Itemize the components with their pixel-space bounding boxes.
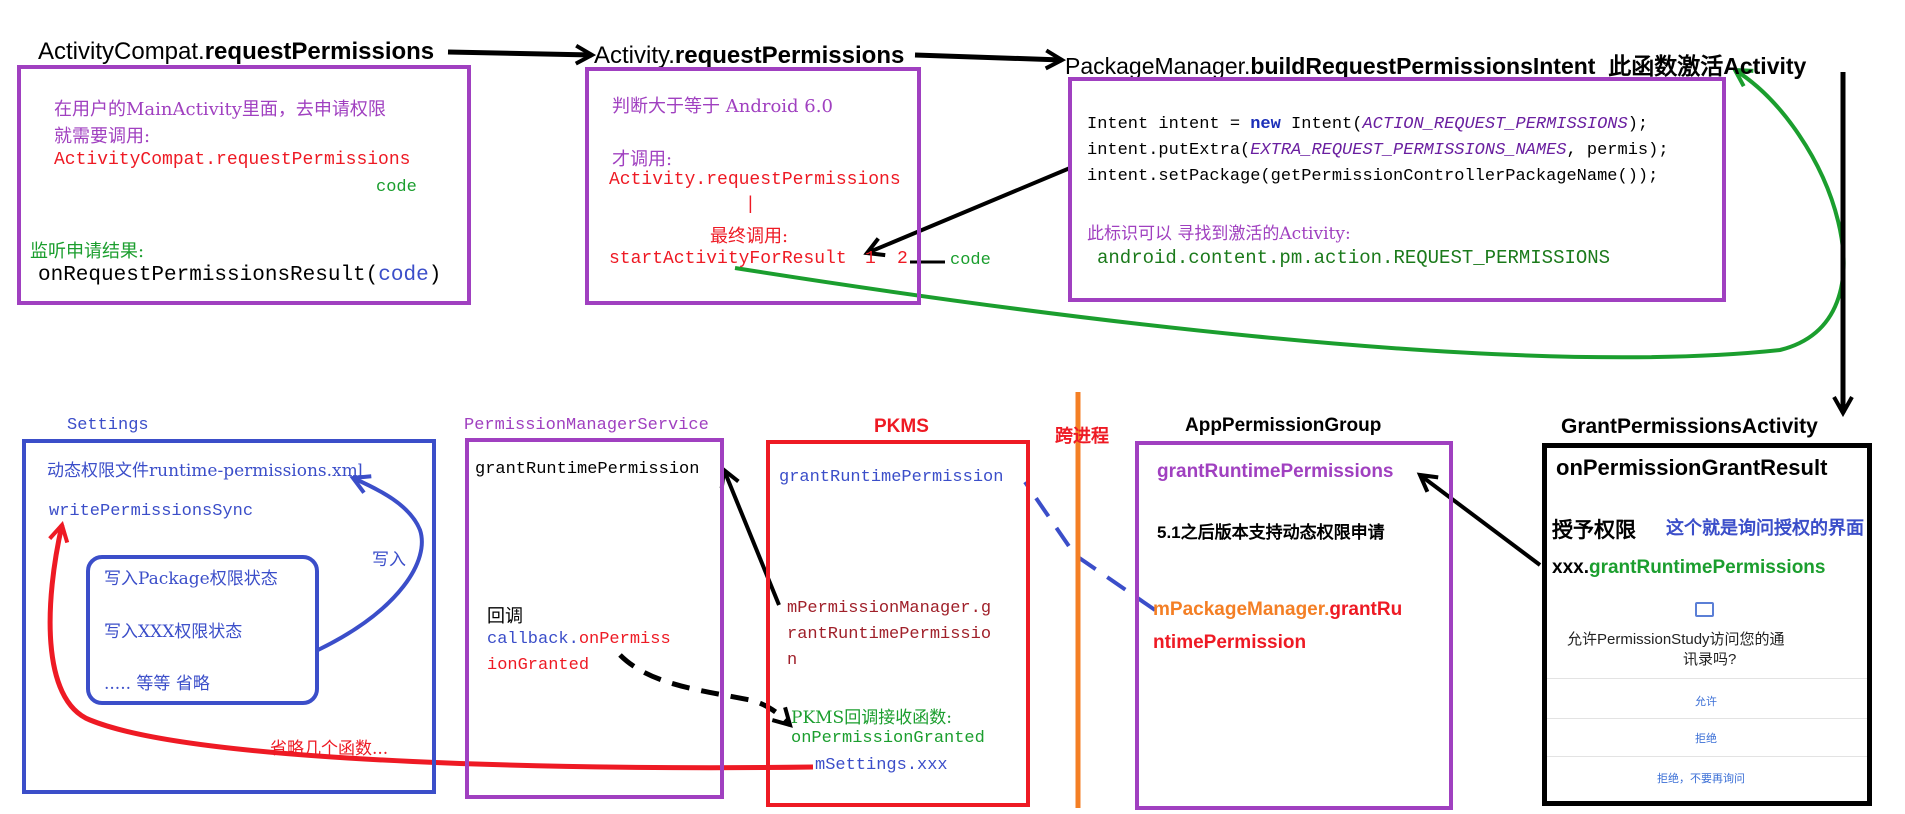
pms-line2: 回调 — [487, 606, 523, 627]
pms-line3: callback.onPermiss — [487, 630, 671, 649]
dialog-message2: 讯录吗? — [1683, 651, 1737, 668]
pkms-line2: mPermissionManager.g — [787, 599, 992, 618]
settings-inner1: 写入Package权限状态 — [104, 569, 278, 589]
box3-l2c: , permis); — [1566, 141, 1669, 160]
label-activity-prefix: Activity. — [594, 42, 675, 69]
box3-l1-new: new — [1250, 115, 1281, 134]
settings-title: Settings — [67, 416, 149, 435]
dialog-allow-button[interactable]: 允许 — [1695, 693, 1717, 709]
arrow-act-to-pm — [914, 55, 1062, 60]
box2-line1: 判断大于等于 Android 6.0 — [612, 96, 833, 117]
box2-code: code — [950, 251, 991, 270]
cross-process-label: 跨进程 — [1055, 426, 1109, 446]
box1-callback-code: code — [378, 264, 429, 287]
box2-line3: Activity.requestPermissions — [609, 170, 901, 190]
box1-line1: 在用户的MainActivity里面，去申请权限 — [54, 99, 386, 120]
box1-line2: 就需要调用: — [54, 126, 151, 147]
gpa-line1: onPermissionGrantResult — [1556, 455, 1828, 480]
settings-inner2: 写入XXX权限状态 — [104, 622, 243, 642]
dialog-divider — [1547, 678, 1867, 679]
apg-grantru: grantRu — [1329, 599, 1403, 620]
box2-line6: startActivityForResult — [609, 249, 847, 269]
settings-line2: writePermissionsSync — [49, 502, 254, 521]
gpa-title: GrantPermissionsActivity — [1561, 415, 1818, 438]
box1-code: code — [376, 178, 417, 197]
contacts-icon — [1695, 602, 1714, 617]
apg-line3: mPackageManager.grantRu — [1153, 599, 1402, 621]
box3-line5: android.content.pm.action.REQUEST_PERMIS… — [1097, 247, 1611, 269]
pkms-line1: grantRuntimePermission — [779, 468, 1004, 487]
box2-n1: 1 — [865, 249, 876, 269]
label-packagemanager: PackageManager.buildRequestPermissionsIn… — [1065, 47, 1806, 81]
box1-line5: 监听申请结果: — [30, 241, 145, 262]
apg-mpackagemanager: mPackageManager. — [1153, 599, 1330, 620]
box2-line5: 最终调用: — [710, 226, 789, 247]
box3-l1c: Intent( — [1280, 115, 1363, 134]
box2-line2: 才调用: — [612, 149, 673, 170]
label-pm-prefix: PackageManager. — [1065, 53, 1251, 79]
box3-l2a: intent.putExtra( — [1087, 141, 1251, 160]
pms-onpermiss: onPermiss — [578, 630, 671, 649]
box3-line3: intent.setPackage(getPermissionControlle… — [1087, 167, 1659, 186]
settings-line1: 动态权限文件runtime-permissions.xml — [47, 461, 364, 481]
settings-inner3: ..... 等等 省略 — [104, 674, 210, 694]
settings-write-label: 写入 — [372, 550, 406, 570]
apg-line2: 5.1之后版本支持动态权限申请 — [1157, 523, 1385, 542]
label-activity: Activity.requestPermissions — [594, 42, 904, 70]
pkms-title: PKMS — [874, 416, 929, 437]
dialog-message1: 允许PermissionStudy访问您的通 — [1567, 631, 1785, 648]
apg-line4: ntimePermission — [1153, 632, 1307, 653]
pkms-line5: PKMS回调接收函数: — [791, 708, 952, 728]
permission-dialog: 允许PermissionStudy访问您的通 讯录吗? 允许 拒绝 拒绝，不要再… — [1547, 590, 1867, 800]
pkms-line3: rantRuntimePermissio — [787, 625, 992, 644]
pkms-line6: onPermissionGranted — [791, 729, 985, 748]
label-pm-method: buildRequestPermissionsIntent — [1250, 53, 1596, 79]
dialog-deny-button[interactable]: 拒绝 — [1695, 730, 1717, 746]
apg-title: AppPermissionGroup — [1185, 415, 1382, 436]
arrow-ac-to-act — [447, 52, 592, 55]
box1-callback-name: onRequestPermissionsResult( — [38, 264, 379, 287]
pms-line1: grantRuntimePermission — [475, 460, 700, 479]
gpa-line3: xxx.grantRuntimePermissions — [1552, 557, 1825, 579]
box3-l1e: ); — [1627, 115, 1649, 134]
settings-omit-label: 省略几个函数... — [270, 739, 389, 759]
dialog-divider — [1547, 756, 1867, 757]
apg-line1: grantRuntimePermissions — [1157, 461, 1394, 482]
gpa-xxx: xxx. — [1552, 557, 1589, 578]
box3-l1a: Intent intent = — [1087, 115, 1251, 134]
gpa-note: 这个就是询问授权的界面 — [1666, 518, 1864, 538]
label-activitycompat-method: requestPermissions — [204, 38, 435, 65]
box1-callback-close: ) — [428, 264, 442, 287]
box-pkms — [766, 440, 1030, 807]
pms-title: PermissionManagerService — [464, 416, 709, 435]
box2-n2: 2 — [897, 249, 908, 269]
dialog-deny-forever-button[interactable]: 拒绝，不要再询问 — [1657, 770, 1745, 786]
box-apg — [1135, 441, 1453, 810]
box2-pipe: | — [745, 195, 756, 215]
label-activitycompat-prefix: ActivityCompat. — [38, 38, 205, 65]
pms-callback: callback. — [487, 630, 579, 649]
pkms-line4: n — [787, 651, 798, 670]
box3-l1-action: ACTION_REQUEST_PERMISSIONS — [1362, 115, 1628, 134]
gpa-line2: 授予权限 — [1552, 519, 1636, 542]
pms-line4: ionGranted — [487, 656, 590, 675]
box3-line2: intent.putExtra(EXTRA_REQUEST_PERMISSION… — [1087, 141, 1669, 160]
label-pm-note: 此函数激活Activity — [1608, 53, 1807, 79]
pkms-line7: mSettings.xxx — [815, 756, 948, 775]
label-activitycompat: ActivityCompat.requestPermissions — [38, 38, 434, 66]
box3-l2-extra: EXTRA_REQUEST_PERMISSIONS_NAMES — [1250, 141, 1567, 160]
label-activity-method: requestPermissions — [674, 42, 905, 69]
gpa-grant-runtime: grantRuntimePermissions — [1588, 557, 1826, 578]
box1-line6: onRequestPermissionsResult(code) — [38, 264, 441, 287]
box3-line4: 此标识可以 寻找到激活的Activity: — [1087, 224, 1351, 244]
box1-line3: ActivityCompat.requestPermissions — [54, 150, 411, 170]
box3-line1: Intent intent = new Intent(ACTION_REQUES… — [1087, 115, 1648, 134]
dialog-divider — [1547, 718, 1867, 719]
